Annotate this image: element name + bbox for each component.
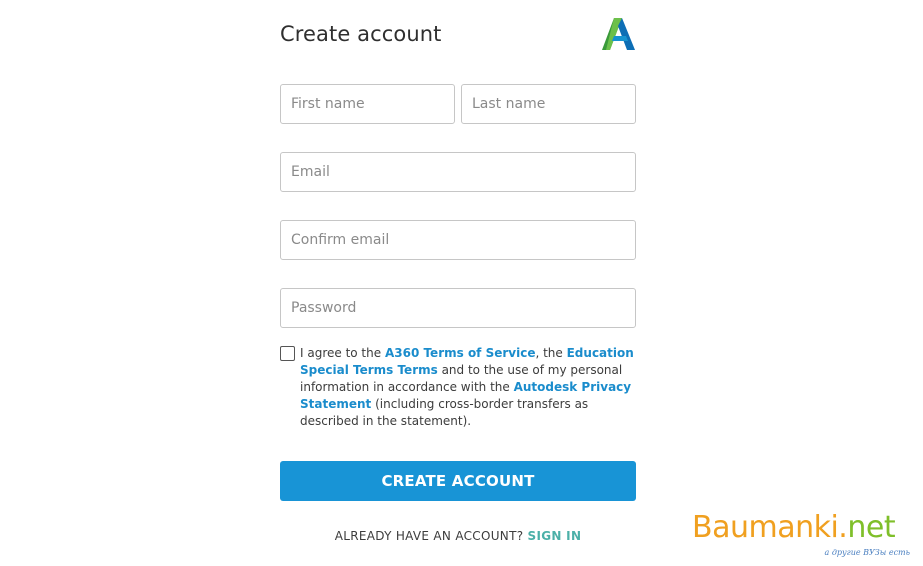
sign-in-link[interactable]: SIGN IN (528, 529, 582, 543)
terms-text: I agree to the A360 Terms of Service, th… (300, 345, 636, 430)
first-name-input[interactable] (280, 84, 455, 124)
a360-terms-link[interactable]: A360 Terms of Service (385, 346, 536, 360)
create-account-button[interactable]: CREATE ACCOUNT (280, 461, 636, 501)
confirm-email-input[interactable] (280, 220, 636, 260)
last-name-input[interactable] (461, 84, 636, 124)
email-input[interactable] (280, 152, 636, 192)
watermark-subtitle: а другие ВУЗы есть (824, 548, 910, 557)
password-input[interactable] (280, 288, 636, 328)
watermark-accent-text: net (847, 510, 896, 545)
page-title: Create account (280, 22, 442, 46)
sign-in-prompt: ALREADY HAVE AN ACCOUNT? SIGN IN (280, 529, 636, 543)
terms-checkbox[interactable] (280, 346, 295, 361)
autodesk-logo-icon (602, 18, 635, 50)
watermark: Baumanki.net а другие ВУЗы есть (692, 510, 918, 562)
already-account-text: ALREADY HAVE AN ACCOUNT? (334, 529, 528, 543)
terms-text-part: , the (535, 346, 567, 360)
page: Create account I agree to the A360 Terms… (0, 0, 923, 566)
terms-text-part: I agree to the (300, 346, 385, 360)
watermark-main-text: Baumanki. (692, 510, 848, 545)
watermark-logo: Baumanki.net (692, 510, 896, 545)
